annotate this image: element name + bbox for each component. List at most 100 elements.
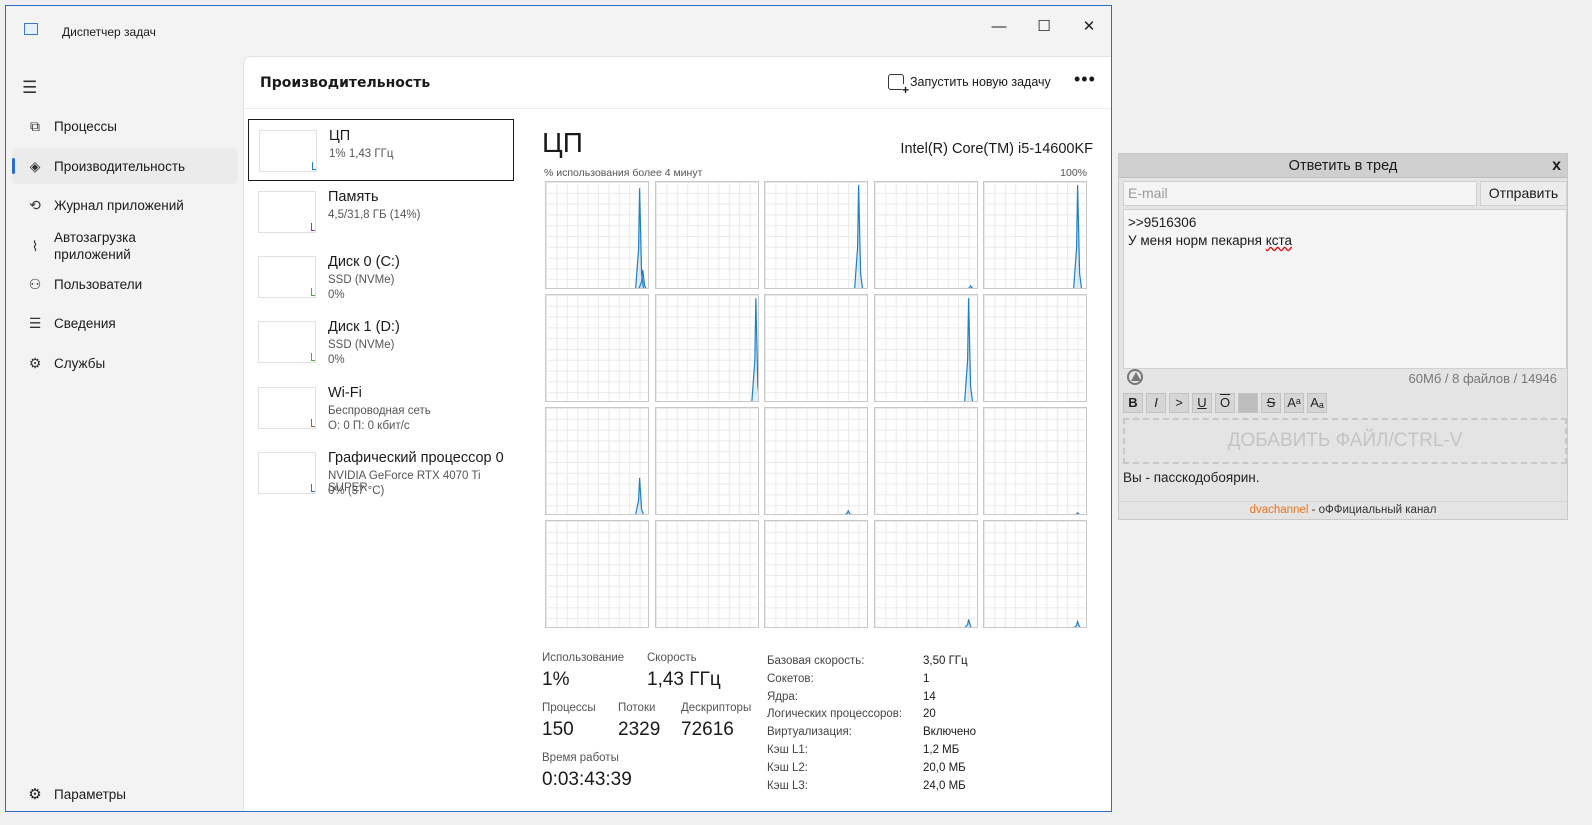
device-detail: SSD (NVMe) xyxy=(328,339,395,351)
usage-max-label: 100% xyxy=(1060,167,1087,179)
stat-label: Дескрипторы xyxy=(681,702,752,714)
performance-icon: ◈ xyxy=(29,157,41,174)
spec-key: Логических процессоров: xyxy=(767,708,903,721)
more-options-button[interactable]: ••• xyxy=(1074,69,1096,90)
minimize-button[interactable]: — xyxy=(976,12,1022,40)
sidebar-item-startup[interactable]: ⌇ Автозагрузка приложений xyxy=(12,226,238,266)
cpu-heading: ЦП xyxy=(542,127,583,158)
logical-processor-grid xyxy=(545,181,1087,629)
device-thumbnail-graph xyxy=(258,321,316,363)
device-item[interactable]: Wi-Fi Беспроводная сеть О: 0 П: 0 кбит/с xyxy=(248,377,514,439)
sidebar-item-performance[interactable]: ◈ Производительность xyxy=(12,148,238,184)
spec-key: Виртуализация: xyxy=(767,726,852,739)
spec-value: 14 xyxy=(923,690,936,703)
spec-value: 24,0 МБ xyxy=(923,779,966,792)
italic-button[interactable]: I xyxy=(1146,393,1166,413)
usage-spike xyxy=(1073,619,1081,627)
stat-value: 1,43 ГГц xyxy=(647,669,721,690)
sidebar-item-label: Производительность xyxy=(54,158,186,174)
services-icon: ⚙ xyxy=(28,354,42,371)
hamburger-menu-icon[interactable]: ☰ xyxy=(22,78,37,98)
message-textarea[interactable]: >>9516306 У меня норм пекарня кста xyxy=(1123,209,1567,369)
history-icon: ⟲ xyxy=(29,196,41,213)
device-item[interactable]: ЦП 1% 1,43 ГГц xyxy=(248,119,514,181)
markup-toolbar: B I > U O S Aᵃ Aₐ xyxy=(1123,393,1327,415)
cpu-usage-line xyxy=(967,284,973,288)
reply-close-button[interactable]: x xyxy=(1552,154,1561,178)
bold-button[interactable]: B xyxy=(1123,393,1143,413)
email-field[interactable]: E-mail xyxy=(1123,181,1477,206)
captcha-status: Вы - пасскодобоярин. xyxy=(1123,470,1260,485)
sidebar-item-services[interactable]: ⚙ Службы xyxy=(12,345,238,381)
cpu-usage-line xyxy=(765,521,868,628)
usage-spike xyxy=(1074,512,1080,514)
sidebar-item-settings[interactable]: ⚙ Параметры xyxy=(12,778,238,810)
stat-label: Потоки xyxy=(618,702,656,714)
underline-button[interactable]: U xyxy=(1192,393,1212,413)
logical-processor-graph xyxy=(983,407,1087,515)
device-name: ЦП xyxy=(329,128,351,144)
file-dropzone[interactable]: ДОБАВИТЬ ФАЙЛ/CTRL-V xyxy=(1123,418,1567,464)
superscript-button[interactable]: Aᵃ xyxy=(1284,393,1304,413)
sidebar-item-users[interactable]: ⚇ Пользователи xyxy=(12,266,238,302)
device-name: Диск 1 (D:) xyxy=(328,319,400,335)
device-item[interactable]: Графический процессор 0 NVIDIA GeForce RT… xyxy=(248,442,514,504)
device-thumbnail-graph xyxy=(258,256,316,298)
cpu-usage-line xyxy=(875,408,978,515)
stat-value: 2329 xyxy=(618,719,661,740)
strike-button[interactable]: S xyxy=(1261,393,1281,413)
logical-processor-graph xyxy=(873,181,978,289)
channel-footer: dvachannel - оФФициальный канал xyxy=(1119,501,1567,516)
window-title: Диспетчер задач xyxy=(62,25,156,39)
spoiler-button[interactable] xyxy=(1238,393,1258,413)
cpu-usage-line xyxy=(854,185,864,288)
device-item[interactable]: Диск 1 (D:) SSD (NVMe) 0% xyxy=(248,311,514,373)
settings-gear-icon: ⚙ xyxy=(28,786,42,803)
maximize-button[interactable]: ☐ xyxy=(1021,12,1067,40)
subscript-button[interactable]: Aₐ xyxy=(1307,393,1327,413)
quote-button[interactable]: > xyxy=(1169,393,1189,413)
logical-processor-graph xyxy=(983,181,1087,289)
device-detail: 0% xyxy=(328,289,345,301)
device-detail: SSD (NVMe) xyxy=(328,274,395,286)
send-button[interactable]: Отправить xyxy=(1480,181,1567,206)
device-thumbnail-graph xyxy=(258,452,316,494)
thumbnail-spark xyxy=(311,484,315,492)
sidebar-item-processes[interactable]: ⧉ Процессы xyxy=(12,108,238,144)
cpu-usage-line xyxy=(1073,619,1081,627)
usage-spike xyxy=(964,619,972,627)
run-new-task-button[interactable]: Запустить новую задачу xyxy=(888,74,1051,96)
stat-value: 150 xyxy=(542,719,574,740)
channel-link[interactable]: dvachannel xyxy=(1250,504,1309,516)
spec-key: Ядра: xyxy=(767,690,799,703)
device-detail: 0% (37 °C) xyxy=(328,485,385,497)
cpu-usage-line xyxy=(964,619,972,627)
spec-value: 1 xyxy=(923,672,930,685)
sidebar-item-label: Процессы xyxy=(54,118,118,134)
cpu-usage-line xyxy=(546,521,649,628)
title-bar: Диспетчер задач — ☐ ✕ xyxy=(6,6,1111,46)
overline-button[interactable]: O xyxy=(1215,393,1235,413)
run-new-task-label: Запустить новую задачу xyxy=(910,75,1051,89)
usage-spike xyxy=(854,185,864,288)
spec-value: 20 xyxy=(923,708,936,721)
device-item[interactable]: Память 4,5/31,8 ГБ (14%) xyxy=(248,181,514,243)
close-button[interactable]: ✕ xyxy=(1066,12,1112,40)
device-detail: 4,5/31,8 ГБ (14%) xyxy=(328,209,421,221)
stat-value: 1% xyxy=(542,669,570,690)
sidebar-item-history[interactable]: ⟲ Журнал приложений xyxy=(12,187,238,223)
spec-value: Включено xyxy=(923,726,977,739)
stat-uptime: Время работы 0:03:43:39 xyxy=(542,752,632,791)
stat-label: Процессы xyxy=(542,702,596,714)
sidebar-item-details[interactable]: ☰ Сведения xyxy=(12,305,238,341)
device-name: Графический процессор 0 xyxy=(328,450,504,466)
thumbnail-spark xyxy=(311,288,315,296)
device-item[interactable]: Диск 0 (C:) SSD (NVMe) 0% xyxy=(248,246,514,308)
sidebar-item-label: Параметры xyxy=(54,786,126,802)
stat-usage: Использование 1% xyxy=(542,652,624,691)
logical-processor-graph xyxy=(873,407,978,515)
cpu-usage-line xyxy=(765,295,868,402)
cpu-usage-line xyxy=(635,477,644,514)
device-detail: О: 0 П: 0 кбит/с xyxy=(328,420,410,432)
channel-text: - оФФициальный канал xyxy=(1308,504,1437,516)
